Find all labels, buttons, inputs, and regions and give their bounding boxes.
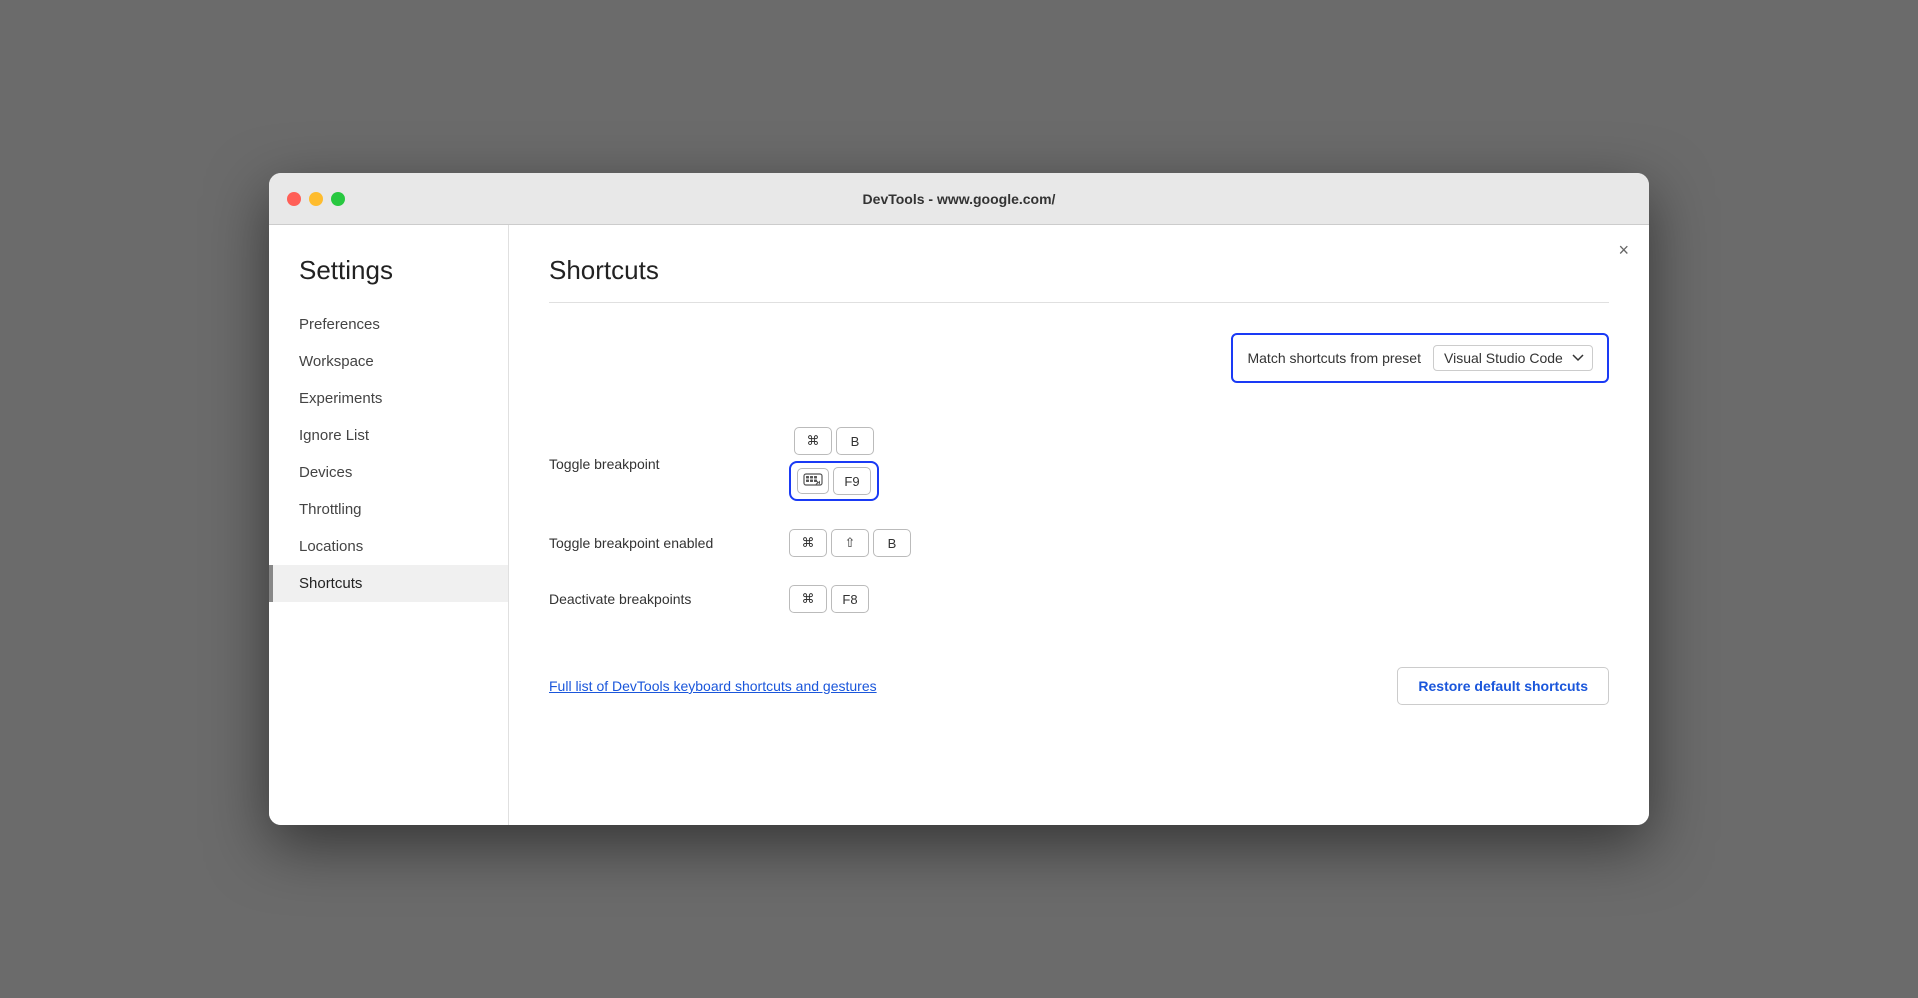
shortcut-keys: ⌘ ⇧ B — [789, 529, 911, 557]
sidebar-item-workspace[interactable]: Workspace — [269, 343, 508, 380]
title-bar: DevTools - www.google.com/ — [269, 173, 1649, 225]
sidebar-item-experiments[interactable]: Experiments — [269, 380, 508, 417]
sidebar-title: Settings — [269, 255, 508, 306]
traffic-lights — [287, 192, 345, 206]
shortcut-row-toggle-enabled: Toggle breakpoint enabled ⌘ ⇧ B — [549, 515, 1609, 571]
minimize-traffic-light[interactable] — [309, 192, 323, 206]
preset-label: Match shortcuts from preset — [1247, 350, 1421, 366]
shortcut-keys: ⌘ B — [789, 427, 879, 501]
shortcut-name: Deactivate breakpoints — [549, 591, 769, 607]
key-cmd: ⌘ — [789, 529, 827, 557]
sidebar-item-throttling[interactable]: Throttling — [269, 491, 508, 528]
restore-defaults-button[interactable]: Restore default shortcuts — [1397, 667, 1609, 705]
shortcut-row-toggle-breakpoint: Toggle breakpoint ⌘ B — [549, 413, 1609, 515]
sidebar-item-devices[interactable]: Devices — [269, 454, 508, 491]
key-cmd: ⌘ — [794, 427, 832, 455]
page-title: Shortcuts — [549, 255, 1609, 286]
preset-select[interactable]: Visual Studio Code DevTools (Default) — [1433, 345, 1593, 371]
sidebar-item-shortcuts[interactable]: Shortcuts — [269, 565, 508, 602]
shortcuts-list: Toggle breakpoint ⌘ B — [549, 413, 1609, 627]
shortcut-row-deactivate: Deactivate breakpoints ⌘ F8 — [549, 571, 1609, 627]
key-group-cmd-b: ⌘ B — [794, 427, 874, 455]
preset-container: Match shortcuts from preset Visual Studi… — [1231, 333, 1609, 383]
key-f8: F8 — [831, 585, 869, 613]
content-area: Shortcuts Match shortcuts from preset Vi… — [509, 225, 1649, 825]
key-group-cmd-f8: ⌘ F8 — [789, 585, 869, 613]
preset-row: Match shortcuts from preset Visual Studi… — [549, 333, 1609, 383]
window-title: DevTools - www.google.com/ — [863, 191, 1056, 207]
key-group-cmd-shift-b: ⌘ ⇧ B — [789, 529, 911, 557]
sidebar-item-preferences[interactable]: Preferences — [269, 306, 508, 343]
main-content: × Settings Preferences Workspace Experim… — [269, 225, 1649, 825]
shortcut-keys: ⌘ F8 — [789, 585, 869, 613]
key-f9: F9 — [833, 467, 871, 495]
sidebar: Settings Preferences Workspace Experimen… — [269, 225, 509, 825]
key-b: B — [873, 529, 911, 557]
footer-row: Full list of DevTools keyboard shortcuts… — [549, 657, 1609, 705]
sidebar-item-locations[interactable]: Locations — [269, 528, 508, 565]
keyboard-remap-icon — [797, 468, 829, 494]
key-b: B — [836, 427, 874, 455]
maximize-traffic-light[interactable] — [331, 192, 345, 206]
sidebar-item-ignore-list[interactable]: Ignore List — [269, 417, 508, 454]
divider — [549, 302, 1609, 303]
key-cmd: ⌘ — [789, 585, 827, 613]
key-shift: ⇧ — [831, 529, 869, 557]
key-group-f9-highlighted: F9 — [789, 461, 879, 501]
close-traffic-light[interactable] — [287, 192, 301, 206]
shortcut-name: Toggle breakpoint — [549, 456, 769, 472]
keyboard-shortcuts-link[interactable]: Full list of DevTools keyboard shortcuts… — [549, 678, 877, 694]
shortcut-name: Toggle breakpoint enabled — [549, 535, 769, 551]
window: DevTools - www.google.com/ × Settings Pr… — [269, 173, 1649, 825]
